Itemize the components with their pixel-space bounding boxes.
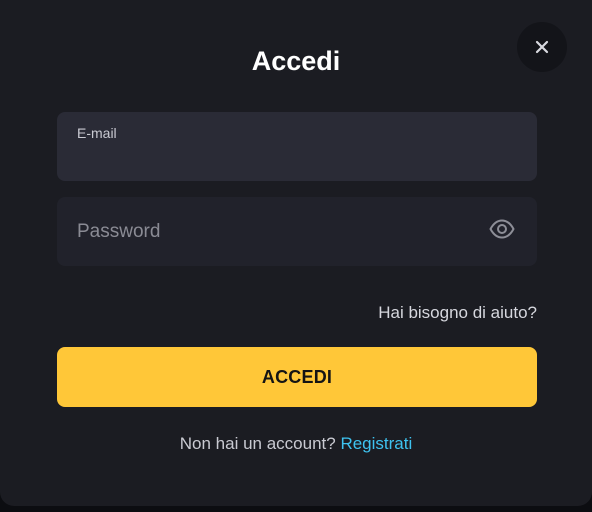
close-button[interactable] [517,22,567,72]
dialog-title: Accedi [251,46,341,76]
register-link[interactable]: Registrati [340,434,412,453]
show-password-toggle[interactable] [488,219,516,243]
close-icon [535,40,549,54]
signup-prompt: Non hai un account? Registrati [0,433,592,455]
password-field[interactable] [57,197,537,266]
password-input[interactable] [77,219,477,245]
email-label: E-mail [77,125,117,141]
email-input[interactable] [77,146,517,170]
login-dialog: Accedi E-mail Hai bisogno di aiuto? ACCE… [0,0,592,506]
help-link[interactable]: Hai bisogno di aiuto? [378,302,537,324]
signup-text: Non hai un account? [179,434,336,453]
login-button[interactable]: ACCEDI [57,347,537,407]
eye-icon [489,219,515,244]
email-field[interactable]: E-mail [57,112,537,181]
